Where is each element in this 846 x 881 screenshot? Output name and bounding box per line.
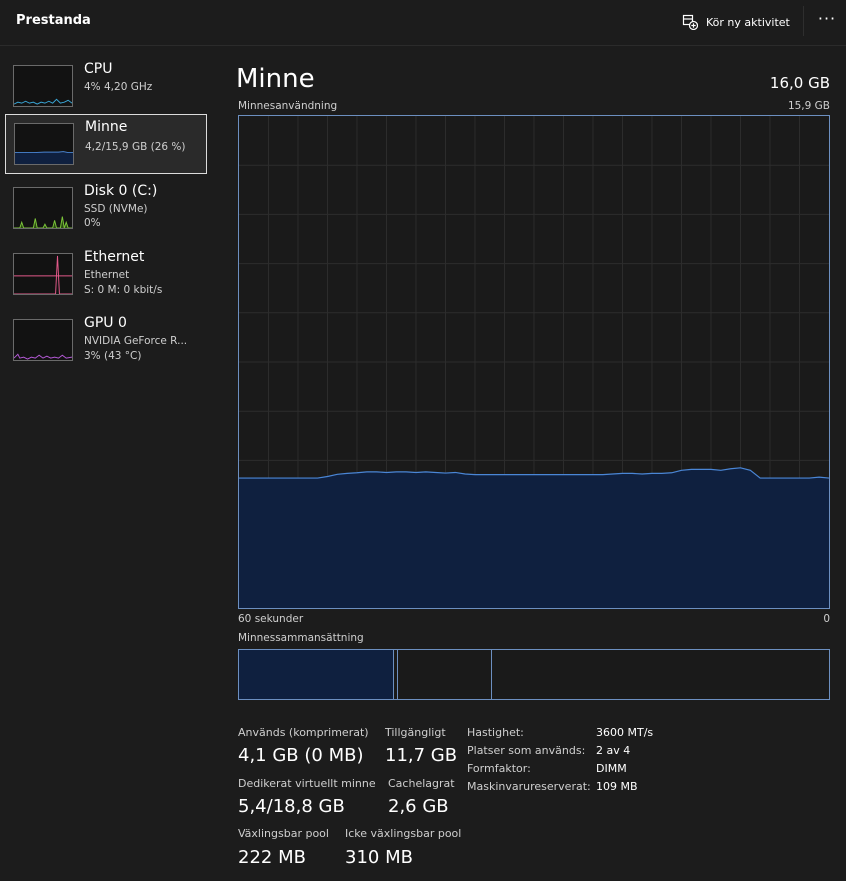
more-options-button[interactable]: ··· (814, 10, 840, 32)
paged-pool-label: Växlingsbar pool (238, 827, 329, 840)
form-factor-value: DIMM (596, 762, 627, 775)
sidebar-item-detail: Ethernet (84, 269, 130, 281)
sidebar-item-detail: 4% 4,20 GHz (84, 81, 153, 93)
usage-graph-max: 15,9 GB (787, 100, 830, 112)
sidebar-item-detail: SSD (NVMe) (84, 203, 148, 215)
committed-label: Dedikerat virtuellt minne (238, 777, 376, 790)
hardware-reserved-label: Maskinvarureserverat: (467, 780, 591, 793)
run-new-task-button[interactable]: Kör ny aktivitet (682, 12, 790, 32)
hardware-reserved-value: 109 MB (596, 780, 638, 793)
sidebar-item-detail: NVIDIA GeForce R... (84, 335, 188, 347)
nonpaged-pool-label: Icke växlingsbar pool (345, 827, 462, 840)
speed-value: 3600 MT/s (596, 726, 654, 739)
sidebar-item-title: Ethernet (84, 249, 145, 265)
disk-thumbnail-graph (13, 187, 73, 229)
sidebar-item-detail: 0% (84, 217, 101, 229)
memory-total: 16,0 GB (769, 74, 830, 92)
toolbar-divider (803, 6, 804, 36)
x-axis-end-label: 0 (823, 613, 830, 625)
memory-usage-graph (238, 115, 830, 609)
sidebar-item-title: GPU 0 (84, 315, 127, 331)
sidebar-item-gpu[interactable]: GPU 0 NVIDIA GeForce R... 3% (43 °C) (5, 311, 207, 371)
in-use-value: 4,1 GB (0 MB) (238, 745, 364, 766)
sidebar-item-detail: 3% (43 °C) (84, 350, 142, 362)
composition-label: Minnessammansättning (238, 632, 364, 644)
paged-pool-value: 222 MB (238, 847, 306, 868)
ethernet-thumbnail-graph (13, 253, 73, 295)
speed-label: Hastighet: (467, 726, 524, 739)
run-new-task-label: Kör ny aktivitet (706, 15, 790, 29)
available-value: 11,7 GB (385, 745, 458, 766)
usage-graph-label: Minnesanvändning (238, 100, 338, 112)
sidebar-item-title: Minne (85, 119, 128, 135)
sidebar-item-cpu[interactable]: CPU 4% 4,20 GHz (5, 57, 207, 117)
page-title: Prestanda (16, 13, 91, 28)
cached-label: Cachelagrat (388, 777, 455, 790)
form-factor-label: Formfaktor: (467, 762, 531, 775)
nonpaged-pool-value: 310 MB (345, 847, 413, 868)
committed-value: 5,4/18,8 GB (238, 796, 345, 817)
sidebar-item-title: Disk 0 (C:) (84, 183, 158, 199)
memory-title: Minne (236, 64, 315, 94)
memory-composition-bar (238, 649, 830, 700)
slots-used-value: 2 av 4 (596, 744, 631, 757)
cpu-thumbnail-graph (13, 65, 73, 107)
in-use-label: Används (komprimerat) (238, 726, 369, 739)
available-label: Tillgängligt (385, 726, 446, 739)
new-task-icon (682, 14, 698, 30)
cached-value: 2,6 GB (388, 796, 449, 817)
top-bar: Prestanda Kör ny aktivitet ··· (0, 0, 846, 46)
sidebar-item-ethernet[interactable]: Ethernet Ethernet S: 0 M: 0 kbit/s (5, 245, 207, 305)
sidebar-item-disk[interactable]: Disk 0 (C:) SSD (NVMe) 0% (5, 179, 207, 239)
memory-thumbnail-graph (14, 123, 74, 165)
gpu-thumbnail-graph (13, 319, 73, 361)
memory-usage-area (239, 467, 829, 608)
sidebar-item-detail: 4,2/15,9 GB (26 %) (85, 141, 186, 153)
composition-in-use (239, 650, 394, 699)
slots-used-label: Platser som används: (467, 744, 586, 757)
composition-standby (398, 650, 492, 699)
sidebar-item-memory[interactable]: Minne 4,2/15,9 GB (26 %) (5, 114, 207, 174)
x-axis-start-label: 60 sekunder (238, 613, 304, 625)
sidebar-item-detail: S: 0 M: 0 kbit/s (84, 284, 163, 296)
sidebar-item-title: CPU (84, 61, 113, 77)
